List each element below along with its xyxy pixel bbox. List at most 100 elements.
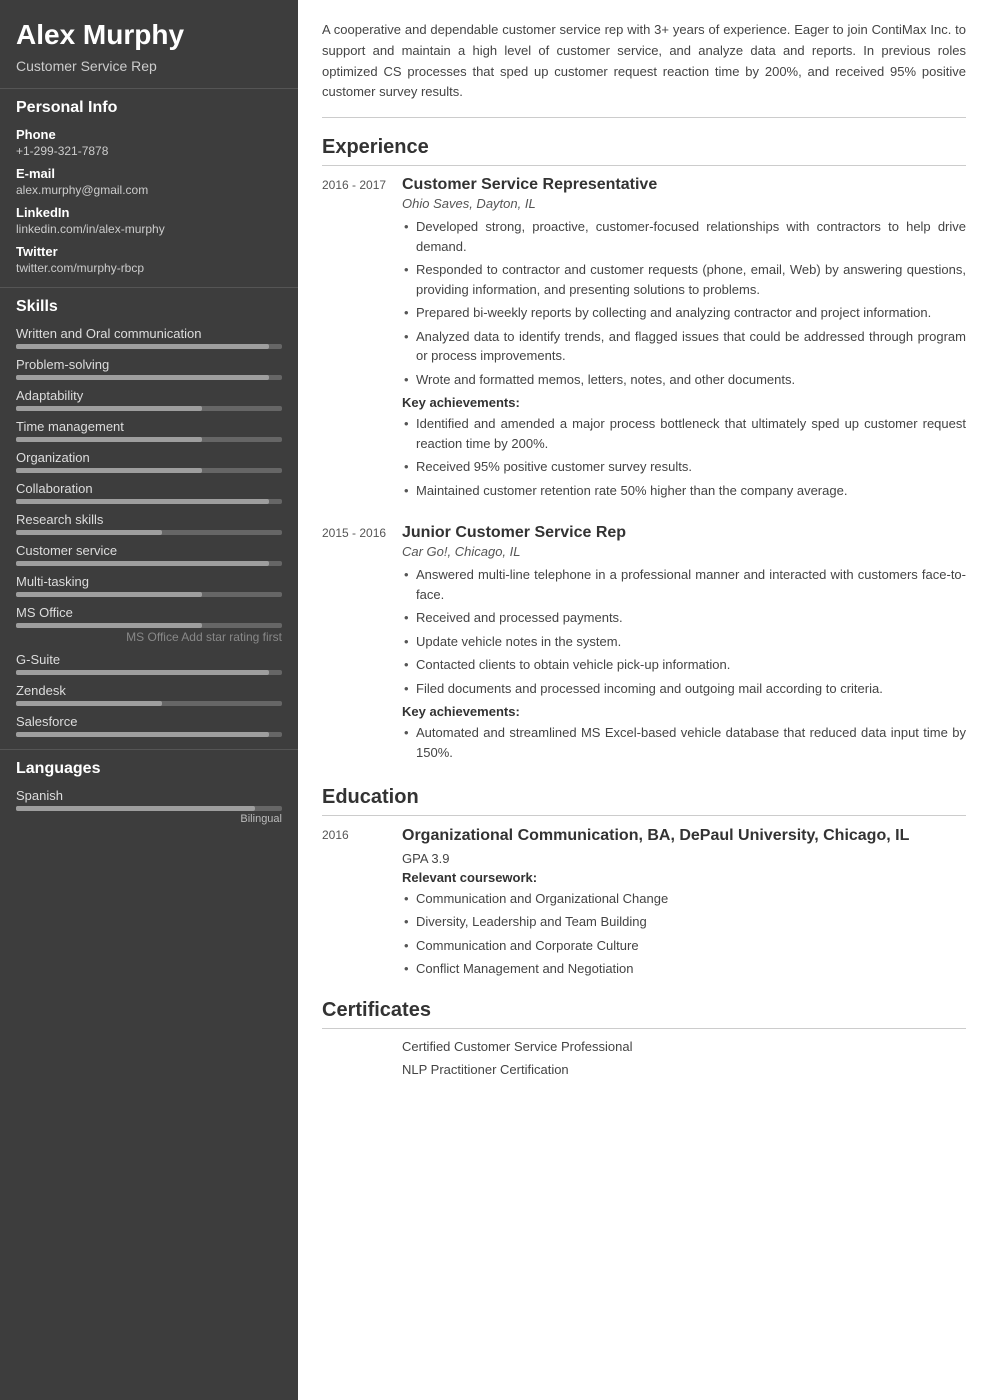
- skill-item: Multi-tasking: [16, 574, 282, 597]
- skill-name: Zendesk: [16, 683, 282, 698]
- exp-bullet: Prepared bi-weekly reports by collecting…: [402, 303, 966, 323]
- key-achievements-label: Key achievements:: [402, 704, 966, 719]
- cert-date: [322, 1062, 402, 1077]
- certificate-entry: NLP Practitioner Certification: [322, 1062, 966, 1077]
- skill-item: Salesforce: [16, 714, 282, 737]
- skill-bar-bg: [16, 732, 282, 737]
- skill-bar-fill: [16, 499, 269, 504]
- skill-bar-fill: [16, 561, 269, 566]
- skill-item: Problem-solving: [16, 357, 282, 380]
- achievement-bullet: Maintained customer retention rate 50% h…: [402, 481, 966, 501]
- skill-item: Zendesk: [16, 683, 282, 706]
- skill-bar-bg: [16, 670, 282, 675]
- experience-entry: 2016 - 2017Customer Service Representati…: [322, 176, 966, 504]
- achievement-bullet: Received 95% positive customer survey re…: [402, 457, 966, 477]
- key-achievements-label: Key achievements:: [402, 395, 966, 410]
- coursework-list: Communication and Organizational Change D…: [402, 889, 966, 979]
- skill-item: Organization: [16, 450, 282, 473]
- linkedin-label: LinkedIn: [16, 205, 282, 220]
- coursework-item: Communication and Corporate Culture: [402, 936, 966, 956]
- education-entry: 2016Organizational Communication, BA, De…: [322, 826, 966, 983]
- skill-bar-bg: [16, 468, 282, 473]
- skill-bar-fill: [16, 732, 269, 737]
- exp-bullet: Developed strong, proactive, customer-fo…: [402, 217, 966, 256]
- certificate-entry: Certified Customer Service Professional: [322, 1039, 966, 1054]
- languages-list: SpanishBilingual: [16, 788, 282, 825]
- edu-gpa: GPA 3.9: [402, 851, 966, 866]
- certificates-list: Certified Customer Service Professional N…: [322, 1039, 966, 1077]
- education-section: Education 2016Organizational Communicati…: [322, 786, 966, 983]
- skill-bar-bg: [16, 530, 282, 535]
- experience-title: Experience: [322, 136, 966, 166]
- skill-name: Time management: [16, 419, 282, 434]
- skill-item: Research skills: [16, 512, 282, 535]
- skill-bar-bg: [16, 623, 282, 628]
- exp-bullet: Update vehicle notes in the system.: [402, 632, 966, 652]
- skill-bar-bg: [16, 561, 282, 566]
- skill-item: Collaboration: [16, 481, 282, 504]
- experience-entry: 2015 - 2016Junior Customer Service RepCa…: [322, 524, 966, 766]
- certificate-name: Certified Customer Service Professional: [402, 1039, 966, 1054]
- experience-section: Experience 2016 - 2017Customer Service R…: [322, 136, 966, 766]
- skill-bar-bg: [16, 701, 282, 706]
- skill-bar-fill: [16, 375, 269, 380]
- skill-bar-fill: [16, 437, 202, 442]
- education-list: 2016Organizational Communication, BA, De…: [322, 826, 966, 983]
- language-level: Bilingual: [16, 813, 282, 825]
- skill-name: Collaboration: [16, 481, 282, 496]
- exp-date: 2016 - 2017: [322, 176, 402, 504]
- coursework-item: Communication and Organizational Change: [402, 889, 966, 909]
- exp-company: Car Go!, Chicago, IL: [402, 544, 966, 559]
- exp-bullet: Answered multi-line telephone in a profe…: [402, 565, 966, 604]
- exp-job-title: Customer Service Representative: [402, 176, 966, 194]
- achievement-bullet: Identified and amended a major process b…: [402, 414, 966, 453]
- skill-item: G-Suite: [16, 652, 282, 675]
- coursework-label: Relevant coursework:: [402, 870, 966, 885]
- edu-degree: Organizational Communication, BA, DePaul…: [402, 826, 966, 847]
- skill-bar-fill: [16, 670, 269, 675]
- email-value: alex.murphy@gmail.com: [16, 183, 282, 197]
- exp-bullet: Filed documents and processed incoming a…: [402, 679, 966, 699]
- experience-list: 2016 - 2017Customer Service Representati…: [322, 176, 966, 766]
- skill-bar-bg: [16, 499, 282, 504]
- skill-bar-fill: [16, 701, 162, 706]
- skill-name: Research skills: [16, 512, 282, 527]
- language-bar-bg: [16, 806, 282, 811]
- skill-bar-fill: [16, 344, 269, 349]
- skill-name: G-Suite: [16, 652, 282, 667]
- skill-name: Adaptability: [16, 388, 282, 403]
- sidebar-header: Alex Murphy Customer Service Rep: [0, 0, 298, 89]
- coursework-item: Conflict Management and Negotiation: [402, 959, 966, 979]
- exp-bullet: Wrote and formatted memos, letters, note…: [402, 370, 966, 390]
- certificates-section: Certificates Certified Customer Service …: [322, 999, 966, 1077]
- exp-bullets: Developed strong, proactive, customer-fo…: [402, 217, 966, 389]
- sidebar: Alex Murphy Customer Service Rep Persona…: [0, 0, 298, 1400]
- personal-info-title: Personal Info: [16, 99, 282, 117]
- skill-warning: MS Office Add star rating first: [16, 630, 282, 644]
- skill-bar-bg: [16, 592, 282, 597]
- skill-bar-bg: [16, 437, 282, 442]
- skill-bar-bg: [16, 375, 282, 380]
- candidate-name: Alex Murphy: [16, 18, 282, 52]
- achievements-list: Automated and streamlined MS Excel-based…: [402, 723, 966, 762]
- email-label: E-mail: [16, 166, 282, 181]
- candidate-title: Customer Service Rep: [16, 58, 282, 74]
- skill-item: Written and Oral communication: [16, 326, 282, 349]
- achievements-list: Identified and amended a major process b…: [402, 414, 966, 500]
- exp-bullet: Received and processed payments.: [402, 608, 966, 628]
- phone-label: Phone: [16, 127, 282, 142]
- skill-bar-fill: [16, 468, 202, 473]
- exp-bullet: Analyzed data to identify trends, and fl…: [402, 327, 966, 366]
- skill-name: Multi-tasking: [16, 574, 282, 589]
- coursework-item: Diversity, Leadership and Team Building: [402, 912, 966, 932]
- exp-content: Customer Service Representative Ohio Save…: [402, 176, 966, 504]
- skill-item: MS OfficeMS Office Add star rating first: [16, 605, 282, 644]
- language-bar-fill: [16, 806, 255, 811]
- edu-content: Organizational Communication, BA, DePaul…: [402, 826, 966, 983]
- achievement-bullet: Automated and streamlined MS Excel-based…: [402, 723, 966, 762]
- skill-name: Customer service: [16, 543, 282, 558]
- exp-company: Ohio Saves, Dayton, IL: [402, 196, 966, 211]
- certificate-name: NLP Practitioner Certification: [402, 1062, 966, 1077]
- summary-text: A cooperative and dependable customer se…: [322, 20, 966, 118]
- skill-bar-fill: [16, 530, 162, 535]
